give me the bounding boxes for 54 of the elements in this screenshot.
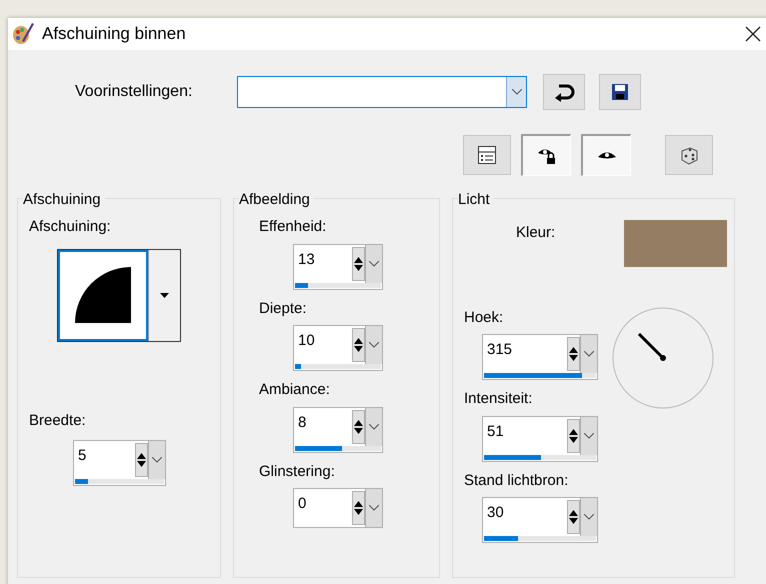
chevron-down-icon <box>369 424 379 430</box>
chevron-down-icon <box>584 432 594 438</box>
chevron-down-icon <box>152 457 162 463</box>
chevron-down-icon <box>512 89 522 95</box>
eye-icon <box>596 150 616 160</box>
field-label: Effenheid: <box>259 217 328 237</box>
toolbar-button[interactable] <box>463 135 511 175</box>
field-label: Breedte: <box>29 410 87 430</box>
field-label: Ambiance: <box>259 380 331 400</box>
field-label: Intensiteit: <box>464 389 534 409</box>
dropdown-button[interactable] <box>580 416 597 454</box>
group-title: Afschuining <box>23 191 105 208</box>
close-icon <box>745 26 761 42</box>
undo-arrow-icon <box>553 82 575 102</box>
brush-icon <box>12 23 36 45</box>
spin-arrows-icon[interactable] <box>135 443 148 477</box>
bevel-shape-icon <box>75 267 131 323</box>
chevron-down-icon <box>584 514 594 520</box>
spin-arrows-icon[interactable] <box>567 500 580 534</box>
chevron-down-icon <box>369 342 379 348</box>
dropdown-button[interactable] <box>365 244 382 282</box>
spin-arrows-icon[interactable] <box>352 410 365 444</box>
dropdown-button[interactable] <box>580 498 597 536</box>
reset-button[interactable] <box>543 74 585 110</box>
presets-label: Voorinstellingen: <box>75 82 194 102</box>
chevron-down-icon <box>369 260 379 266</box>
dropdown-button[interactable] <box>148 441 165 479</box>
group-title: Afbeelding <box>239 191 314 208</box>
color-swatch[interactable] <box>624 220 727 267</box>
chevron-down-icon <box>584 351 594 357</box>
spin-arrows-icon[interactable] <box>352 328 365 362</box>
spin-arrows-icon[interactable] <box>352 246 365 280</box>
field-label: Kleur: <box>516 223 556 243</box>
form-icon <box>478 146 496 164</box>
save-icon <box>612 84 628 100</box>
spin-arrows-icon[interactable] <box>567 418 580 452</box>
dice-icon <box>679 145 699 165</box>
window-title: Afschuining binnen <box>42 23 186 46</box>
toolbar-button[interactable] <box>581 134 631 176</box>
eye-lock-icon <box>536 146 556 164</box>
dropdown-button[interactable] <box>365 408 382 446</box>
field-label: Hoek: <box>464 308 504 328</box>
field-label: Afschuining: <box>29 217 112 237</box>
caret-icon <box>160 292 169 298</box>
field-label: Glinstering: <box>259 462 336 482</box>
dropdown-button[interactable] <box>365 326 382 364</box>
presets-dropdown[interactable] <box>237 76 527 108</box>
toolbar-button[interactable] <box>521 134 571 176</box>
field-label: Diepte: <box>259 298 308 318</box>
spin-arrows-icon[interactable] <box>567 337 580 371</box>
save-button[interactable] <box>599 74 641 110</box>
dropdown-button[interactable] <box>580 335 597 373</box>
bevel-shape-picker[interactable] <box>57 248 181 342</box>
field-label: Stand lichtbron: <box>464 470 570 490</box>
